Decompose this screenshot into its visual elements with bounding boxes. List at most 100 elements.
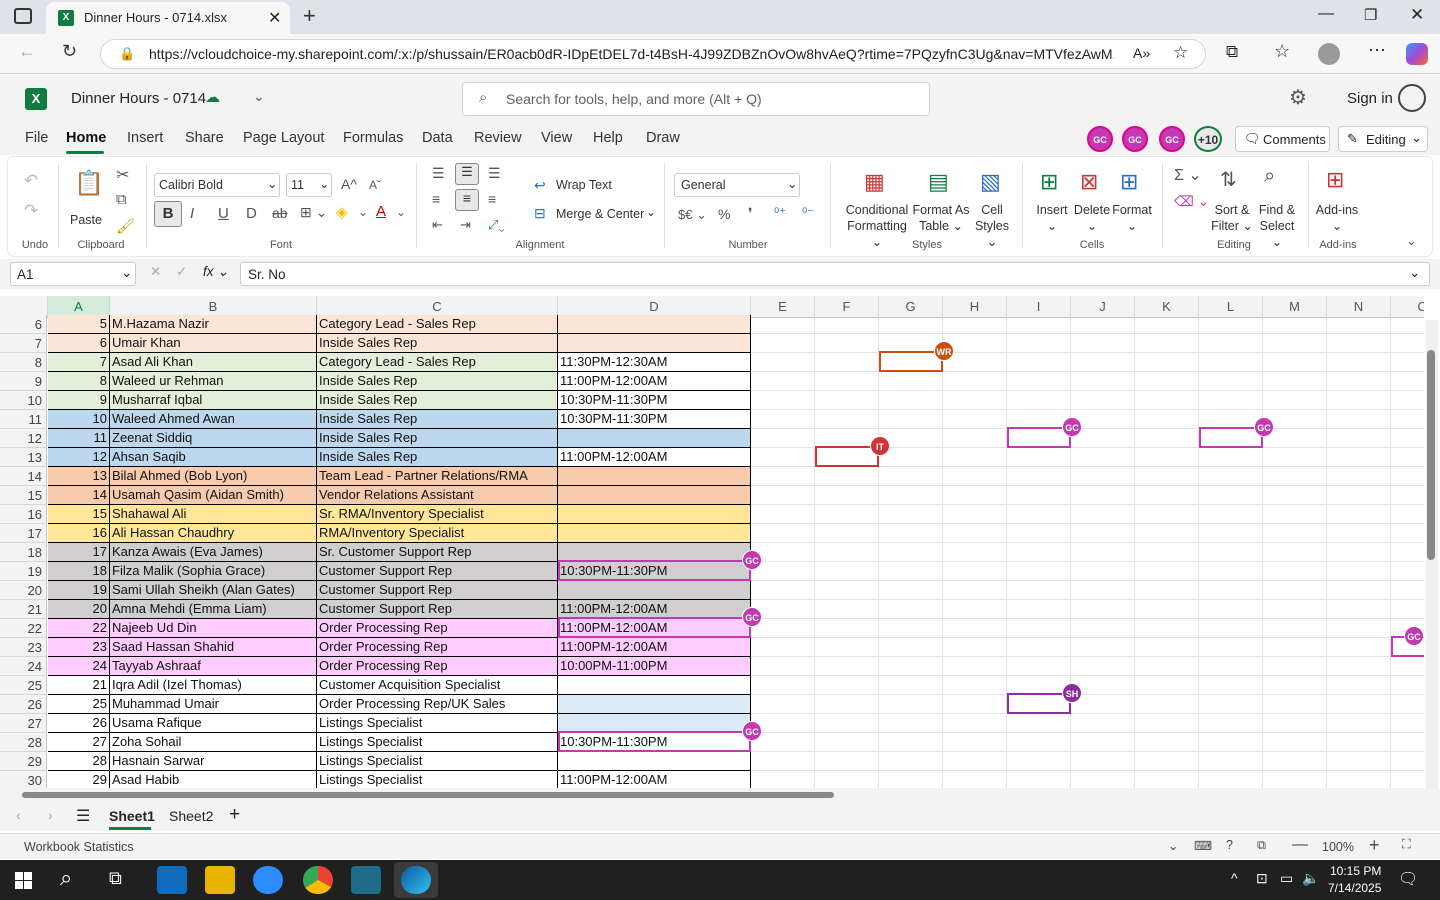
cell-c21[interactable]: Customer Support Rep	[317, 600, 558, 619]
cell-c12[interactable]: Inside Sales Rep	[317, 429, 558, 448]
cell-c7[interactable]: Inside Sales Rep	[317, 334, 558, 353]
decrease-decimal-icon[interactable]: ⁰⁻	[802, 205, 814, 221]
prev-sheet-icon[interactable]: ‹	[16, 807, 21, 823]
cell-styles-button[interactable]: Cell Styles ⌄	[970, 202, 1014, 250]
cell-d20[interactable]	[558, 581, 751, 600]
show-hidden-icons[interactable]: ^	[1231, 870, 1238, 886]
redo-icon[interactable]: ↷	[24, 201, 38, 221]
cell-c19[interactable]: Customer Support Rep	[317, 562, 558, 581]
clock-date[interactable]: 7/14/2025	[1328, 881, 1381, 895]
edge-icon[interactable]	[401, 866, 431, 894]
cell-a7[interactable]: 6	[48, 334, 110, 353]
insert-cells-button[interactable]: Insert ⌄	[1034, 202, 1070, 234]
number-format-select[interactable]: General ⌄	[674, 173, 800, 197]
cell-b15[interactable]: Usamah Qasim (Aidan Smith)	[110, 486, 317, 505]
cell-b16[interactable]: Shahawal Ali	[110, 505, 317, 524]
cell-c17[interactable]: RMA/Inventory Specialist	[317, 524, 558, 543]
cut-icon[interactable]: ✂	[116, 165, 129, 185]
strikethrough-button[interactable]: ab	[272, 205, 288, 221]
merge-center-icon[interactable]: ⊟	[534, 205, 546, 222]
tab-share[interactable]: Share	[185, 130, 224, 146]
read-aloud-icon[interactable]: A»	[1133, 45, 1150, 61]
cell-a14[interactable]: 13	[48, 467, 110, 486]
app-icon[interactable]	[351, 866, 381, 894]
cell-d14[interactable]	[558, 467, 751, 486]
cell-a8[interactable]: 7	[48, 353, 110, 372]
tab-draw[interactable]: Draw	[646, 130, 680, 146]
align-bottom-icon[interactable]: ☰	[488, 165, 501, 182]
cell-a6[interactable]: 5	[48, 315, 110, 334]
row-header[interactable]: 18	[0, 543, 47, 562]
row-header[interactable]: 17	[0, 524, 47, 543]
column-header-e[interactable]: E	[751, 296, 815, 318]
volume-icon[interactable]: 🔈	[1302, 870, 1319, 887]
cell-a27[interactable]: 26	[48, 714, 110, 733]
sign-in-link[interactable]: Sign in	[1347, 90, 1393, 107]
new-tab-icon[interactable]: +	[303, 3, 316, 29]
row-header[interactable]: 23	[0, 638, 47, 657]
zoom-level[interactable]: 100%	[1322, 840, 1354, 854]
spreadsheet-grid[interactable]: A B C D E F G H I J K L M N O 6 5 M.Hazama Nazir Category …	[0, 296, 1424, 792]
increase-indent-icon[interactable]: ⇥	[460, 217, 471, 233]
scrollbar-thumb[interactable]	[22, 792, 834, 798]
cell-c6[interactable]: Category Lead - Sales Rep	[317, 315, 558, 334]
align-center-icon[interactable]: ≡	[455, 189, 479, 211]
cell-d7[interactable]	[558, 334, 751, 353]
cell-d25[interactable]	[558, 676, 751, 695]
row-header[interactable]: 28	[0, 733, 47, 752]
chevron-down-icon[interactable]: ⌄	[358, 205, 368, 219]
cell-c15[interactable]: Vendor Relations Assistant	[317, 486, 558, 505]
collaborator-avatar[interactable]: GC	[1159, 126, 1185, 152]
url-field[interactable]: 🔒 https://vcloudchoice-my.sharepoint.com…	[100, 39, 1206, 69]
cell-a25[interactable]: 21	[48, 676, 110, 695]
paste-button[interactable]: 📋 Paste	[68, 167, 104, 237]
cell-c29[interactable]: Listings Specialist	[317, 752, 558, 771]
row-header[interactable]: 27	[0, 714, 47, 733]
cell-a23[interactable]: 23	[48, 638, 110, 657]
cell-b9[interactable]: Waleed ur Rehman	[110, 372, 317, 391]
cell-a17[interactable]: 16	[48, 524, 110, 543]
chrome-icon[interactable]	[303, 866, 333, 894]
cell-a12[interactable]: 11	[48, 429, 110, 448]
search-box[interactable]: ⌕ Search for tools, help, and more (Alt …	[462, 82, 930, 116]
row-header[interactable]: 25	[0, 676, 47, 695]
column-header-o[interactable]: O	[1391, 296, 1424, 318]
cell-c11[interactable]: Inside Sales Rep	[317, 410, 558, 429]
cell-c18[interactable]: Sr. Customer Support Rep	[317, 543, 558, 562]
display-icon[interactable]: ▭	[1280, 870, 1293, 887]
tab-file[interactable]: File	[25, 130, 48, 146]
tab-review[interactable]: Review	[474, 130, 522, 146]
cell-c9[interactable]: Inside Sales Rep	[317, 372, 558, 391]
row-header[interactable]: 26	[0, 695, 47, 714]
undo-icon[interactable]: ↶	[24, 171, 38, 191]
start-icon[interactable]	[15, 872, 32, 889]
cell-b24[interactable]: Tayyab Ashraaf	[110, 657, 317, 676]
row-header[interactable]: 10	[0, 391, 47, 410]
insert-function-icon[interactable]: fx ⌄	[203, 264, 229, 280]
tab-view[interactable]: View	[541, 130, 572, 146]
presence-avatar[interactable]: GC	[1404, 626, 1424, 646]
copy-icon[interactable]: ⧉	[116, 191, 127, 208]
zoom-out-icon[interactable]: —	[1292, 836, 1308, 854]
cell-d6[interactable]	[558, 315, 751, 334]
cancel-icon[interactable]: ✕	[150, 264, 161, 280]
cell-c8[interactable]: Category Lead - Sales Rep	[317, 353, 558, 372]
column-header-n[interactable]: N	[1327, 296, 1391, 318]
cell-c10[interactable]: Inside Sales Rep	[317, 391, 558, 410]
cell-c25[interactable]: Customer Acquisition Specialist	[317, 676, 558, 695]
column-header-m[interactable]: M	[1263, 296, 1327, 318]
workbook-statistics[interactable]: Workbook Statistics	[24, 840, 134, 854]
cell-c27[interactable]: Listings Specialist	[317, 714, 558, 733]
account-icon[interactable]	[1398, 84, 1426, 112]
editing-mode-button[interactable]: ✎ Editing ⌄	[1338, 126, 1428, 152]
format-cells-button[interactable]: Format ⌄	[1112, 202, 1152, 234]
cell-d8[interactable]: 11:30PM-12:30AM	[558, 353, 751, 372]
row-header[interactable]: 9	[0, 372, 47, 391]
format-painter-icon[interactable]: 🖌	[116, 217, 135, 235]
file-name[interactable]: Dinner Hours - 0714	[71, 90, 206, 107]
comments-button[interactable]: 🗨 Comments	[1235, 126, 1330, 152]
cell-b12[interactable]: Zeenat Siddiq	[110, 429, 317, 448]
presence-avatar[interactable]: GC	[742, 607, 762, 627]
column-header-k[interactable]: K	[1135, 296, 1199, 318]
more-icon[interactable]: ⋯	[1368, 40, 1386, 61]
